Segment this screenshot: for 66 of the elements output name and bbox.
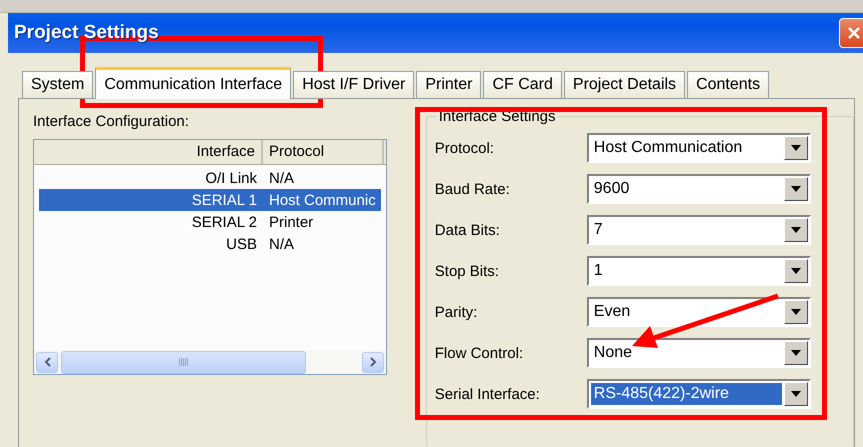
field-label: Flow Control: xyxy=(434,344,524,362)
horizontal-scrollbar[interactable] xyxy=(34,350,386,374)
grip-icon xyxy=(179,358,188,366)
dropdown-button[interactable] xyxy=(784,341,808,365)
field-label: Protocol: xyxy=(434,140,495,156)
tab[interactable]: Project Details xyxy=(564,71,686,99)
dropdown-field[interactable]: Even xyxy=(586,297,811,327)
dropdown-field[interactable]: 7 xyxy=(586,215,811,245)
dropdown-button[interactable] xyxy=(784,177,808,201)
list-row[interactable]: USB N/A xyxy=(39,233,381,255)
dropdown-arrow-icon xyxy=(790,268,801,274)
interface-cell-text: USB xyxy=(225,236,258,252)
dropdown-field[interactable]: Host Communication xyxy=(586,133,811,163)
tab[interactable]: System xyxy=(22,71,94,99)
chevron-left-icon xyxy=(44,357,50,367)
close-button[interactable] xyxy=(839,18,863,48)
protocol-cell-text: Printer xyxy=(268,214,314,230)
field-label: Parity: xyxy=(434,304,478,320)
dropdown-value: 9600 xyxy=(592,179,630,199)
dropdown-button[interactable] xyxy=(784,259,808,283)
tab[interactable]: Printer xyxy=(416,71,482,99)
dropdown-value: RS-485(422)-2wire xyxy=(590,383,782,405)
dropdown-field[interactable]: 9600 xyxy=(586,174,811,204)
protocol-cell-text: Host Communic xyxy=(268,192,377,208)
field-label: Baud Rate: xyxy=(434,180,511,198)
list-row[interactable]: SERIAL 2 Printer xyxy=(39,211,381,233)
interface-cell-text: O/I Link xyxy=(204,170,258,186)
protocol-cell-text: N/A xyxy=(268,236,296,252)
dropdown-field[interactable]: 1 xyxy=(586,256,811,286)
dropdown-field[interactable]: None xyxy=(586,338,811,368)
field-label: Serial Interface: xyxy=(434,386,541,402)
dropdown-value: Host Communication xyxy=(592,138,744,158)
chevron-right-icon xyxy=(370,357,376,367)
list-caption: Interface Configuration: xyxy=(33,113,190,130)
field-label: Data Bits: xyxy=(434,222,501,238)
dropdown-arrow-icon xyxy=(790,350,801,356)
scroll-thumb[interactable] xyxy=(61,350,306,374)
list-row[interactable]: O/I Link N/A xyxy=(39,167,381,189)
dropdown-value: 1 xyxy=(592,261,604,281)
tab[interactable]: Contents xyxy=(687,71,770,99)
dropdown-button[interactable] xyxy=(784,218,808,242)
column-header[interactable]: Interface xyxy=(34,140,263,164)
dropdown-value: 7 xyxy=(592,220,604,240)
dropdown-arrow-icon xyxy=(790,186,801,192)
dropdown-field[interactable]: RS-485(422)-2wire xyxy=(586,379,811,409)
scroll-left-button[interactable] xyxy=(36,352,58,372)
close-icon xyxy=(847,26,861,40)
dropdown-arrow-icon xyxy=(790,227,801,233)
dropdown-arrow-icon xyxy=(790,145,801,151)
field-label: Stop Bits: xyxy=(434,262,500,280)
dropdown-button[interactable] xyxy=(784,300,808,324)
dropdown-button[interactable] xyxy=(784,136,808,160)
dropdown-arrow-icon xyxy=(790,391,801,397)
dropdown-value: None xyxy=(592,343,634,363)
scroll-right-button[interactable] xyxy=(362,352,384,372)
list-row[interactable]: SERIAL 1 Host Communic xyxy=(39,189,381,211)
column-header[interactable]: Protocol xyxy=(263,140,384,164)
dropdown-button[interactable] xyxy=(784,382,808,406)
interface-cell-text: SERIAL 2 xyxy=(190,214,258,230)
tab[interactable]: Communication Interface xyxy=(95,67,292,99)
tab[interactable]: Host I/F Driver xyxy=(293,71,414,99)
tab[interactable]: CF Card xyxy=(483,71,562,99)
dropdown-value: Even xyxy=(592,302,632,322)
interface-cell-text: SERIAL 1 xyxy=(190,192,258,208)
protocol-cell-text: N/A xyxy=(268,170,296,186)
dropdown-arrow-icon xyxy=(790,309,801,315)
